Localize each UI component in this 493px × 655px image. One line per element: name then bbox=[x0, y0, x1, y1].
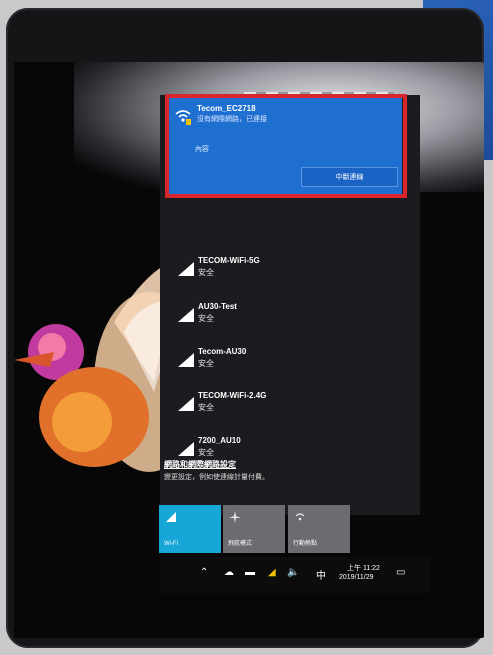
wifi-icon bbox=[178, 308, 194, 322]
disconnect-button[interactable]: 中斷連線 bbox=[301, 167, 398, 187]
network-item[interactable]: TECOM-WiFi-5G 安全 bbox=[168, 254, 398, 288]
wifi-icon bbox=[178, 442, 194, 456]
wifi-icon bbox=[178, 397, 194, 411]
quick-action-label: 飛航模式 bbox=[228, 541, 253, 547]
network-name: TECOM-WiFi-2.4G bbox=[198, 391, 267, 400]
battery-icon[interactable]: ▬ bbox=[245, 567, 255, 578]
cloud-icon[interactable]: ☁ bbox=[224, 567, 234, 578]
network-security: 安全 bbox=[198, 359, 214, 368]
network-name: AU30-Test bbox=[198, 302, 237, 311]
wifi-icon bbox=[178, 262, 194, 276]
wifi-icon bbox=[166, 512, 176, 522]
airplane-icon bbox=[229, 511, 241, 523]
network-name: TECOM-WiFi-5G bbox=[198, 256, 260, 265]
quick-action-label: Wi-Fi bbox=[164, 541, 178, 547]
quick-action-wifi[interactable]: Wi-Fi bbox=[159, 505, 221, 553]
connected-network-status: 沒有網際網路，已連接 bbox=[197, 116, 267, 123]
network-item[interactable]: TECOM-WiFi-2.4G 安全 bbox=[168, 389, 398, 423]
network-tray-icon[interactable]: ◢ bbox=[268, 567, 276, 578]
connected-network-name: Tecom_EC2718 bbox=[197, 104, 256, 113]
properties-link[interactable]: 內容 bbox=[195, 144, 209, 154]
network-security: 安全 bbox=[198, 314, 214, 323]
clock-date[interactable]: 2019/11/29 bbox=[339, 574, 374, 581]
wifi-icon bbox=[178, 353, 194, 367]
network-security: 安全 bbox=[198, 268, 214, 277]
volume-icon[interactable]: 🔈 bbox=[287, 567, 299, 578]
network-settings-description: 變更設定，例如使連線計量付費。 bbox=[164, 474, 269, 481]
network-name: 7200_AU10 bbox=[198, 436, 241, 445]
network-name: Tecom-AU30 bbox=[198, 347, 247, 356]
network-security: 安全 bbox=[198, 448, 214, 457]
quick-action-airplane-mode[interactable]: 飛航模式 bbox=[223, 505, 285, 553]
quick-action-label: 行動熱點 bbox=[293, 541, 318, 547]
clock-time[interactable]: 上午 11:22 bbox=[347, 563, 380, 573]
quick-action-mobile-hotspot[interactable]: 行動熱點 bbox=[288, 505, 350, 553]
hotspot-icon bbox=[295, 513, 305, 521]
network-security: 安全 bbox=[198, 403, 214, 412]
network-settings-link[interactable]: 網路和網際網路設定 bbox=[164, 459, 236, 470]
chevron-up-icon[interactable]: ⌃ bbox=[200, 567, 208, 578]
network-item[interactable]: Tecom-AU30 安全 bbox=[168, 345, 398, 379]
network-item[interactable]: AU30-Test 安全 bbox=[168, 300, 398, 334]
notification-icon[interactable]: ▭ bbox=[396, 567, 405, 578]
wifi-limited-icon bbox=[175, 110, 191, 125]
ime-indicator[interactable]: 中 bbox=[316, 567, 326, 582]
